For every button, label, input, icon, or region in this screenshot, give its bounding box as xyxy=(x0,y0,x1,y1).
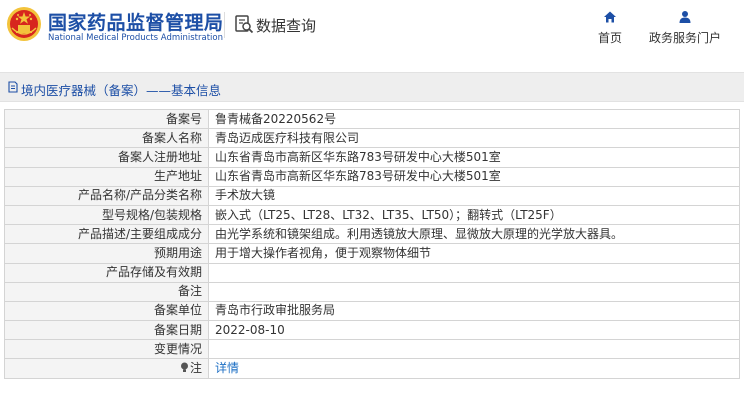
details-link[interactable]: 详情 xyxy=(215,361,239,375)
home-icon xyxy=(604,11,616,23)
nav-gov-service-portal[interactable]: 政务服务门户 xyxy=(648,10,722,46)
national-emblem-logo[interactable] xyxy=(6,6,42,42)
document-icon xyxy=(8,81,18,93)
field-value: 山东省青岛市高新区华东路783号研发中心大楼501室 xyxy=(208,166,740,187)
table-row: 变更情况 xyxy=(4,339,740,360)
field-value: 鲁青械备20220562号 xyxy=(208,108,740,130)
table-row: 备案人名称 青岛迈成医疗科技有限公司 xyxy=(4,128,740,149)
site-section-title: 数据查询 xyxy=(256,17,317,35)
field-value: 用于增大操作者视角，便于观察物体细节 xyxy=(208,243,740,264)
field-label: 备案号 xyxy=(4,108,209,130)
field-value: 山东省青岛市高新区华东路783号研发中心大楼501室 xyxy=(208,147,740,168)
field-label: 备案人名称 xyxy=(4,128,209,149)
field-value xyxy=(208,281,740,302)
table-row: 产品名称/产品分类名称 手术放大镜 xyxy=(4,185,740,206)
table-row: 生产地址 山东省青岛市高新区华东路783号研发中心大楼501室 xyxy=(4,166,740,187)
nav-portal-label: 政务服务门户 xyxy=(648,31,721,45)
field-label: 注 xyxy=(189,361,202,376)
field-label: 产品名称/产品分类名称 xyxy=(4,185,209,206)
table-row: 备案日期 2022-08-10 xyxy=(4,320,740,341)
field-label: 型号规格/包装规格 xyxy=(4,204,209,226)
brand-title-cn[interactable]: 国家药品监督管理局 xyxy=(48,8,224,35)
section-header: 境内医疗器械（备案）——基本信息 xyxy=(0,72,744,102)
field-label: 备案人注册地址 xyxy=(4,147,209,168)
header-divider xyxy=(224,12,225,38)
note-value-cell: 详情 xyxy=(208,358,740,379)
table-row: 预期用途 用于增大操作者视角，便于观察物体细节 xyxy=(4,243,740,264)
table-row: 备案人注册地址 山东省青岛市高新区华东路783号研发中心大楼501室 xyxy=(4,147,740,168)
field-value xyxy=(208,339,740,360)
basic-info-table: 备案号 鲁青械备20220562号 备案人名称 青岛迈成医疗科技有限公司 备案人… xyxy=(4,108,740,379)
field-label: 变更情况 xyxy=(4,339,209,360)
table-row: 注 详情 xyxy=(4,358,740,379)
field-label: 生产地址 xyxy=(4,166,209,187)
field-label: 备案日期 xyxy=(4,320,209,341)
data-search-icon xyxy=(235,15,254,34)
note-label-cell: 注 xyxy=(4,358,209,379)
field-value: 2022-08-10 xyxy=(208,320,740,341)
field-label: 产品存储及有效期 xyxy=(4,262,209,283)
field-value: 青岛市行政审批服务局 xyxy=(208,300,740,322)
site-header: 国家药品监督管理局 National Medical Products Admi… xyxy=(0,0,744,56)
field-value xyxy=(208,262,740,283)
table-row: 备注 xyxy=(4,281,740,302)
field-label: 产品描述/主要组成成分 xyxy=(4,224,209,245)
lightbulb-icon xyxy=(180,362,188,373)
table-row: 产品存储及有效期 xyxy=(4,262,740,283)
field-label: 备注 xyxy=(4,281,209,302)
nav-home[interactable]: 首页 xyxy=(596,10,624,46)
field-label: 预期用途 xyxy=(4,243,209,264)
table-row: 备案单位 青岛市行政审批服务局 xyxy=(4,300,740,322)
field-value: 青岛迈成医疗科技有限公司 xyxy=(208,128,740,149)
table-row: 备案号 鲁青械备20220562号 xyxy=(4,108,740,130)
table-row: 型号规格/包装规格 嵌入式（LT25、LT28、LT32、LT35、LT50）；… xyxy=(4,204,740,226)
section-title: 境内医疗器械（备案）——基本信息 xyxy=(21,83,222,98)
brand-title-en[interactable]: National Medical Products Administration xyxy=(48,33,223,43)
field-label: 备案单位 xyxy=(4,300,209,322)
user-icon xyxy=(679,11,691,23)
nav-home-label: 首页 xyxy=(597,31,622,45)
table-row: 产品描述/主要组成成分 由光学系统和镜架组成。利用透镜放大原理、显微放大原理的光… xyxy=(4,224,740,245)
field-value: 嵌入式（LT25、LT28、LT32、LT35、LT50）；翻转式（LT25F） xyxy=(208,204,740,226)
field-value: 由光学系统和镜架组成。利用透镜放大原理、显微放大原理的光学放大器具。 xyxy=(208,224,740,245)
field-value: 手术放大镜 xyxy=(208,185,740,206)
